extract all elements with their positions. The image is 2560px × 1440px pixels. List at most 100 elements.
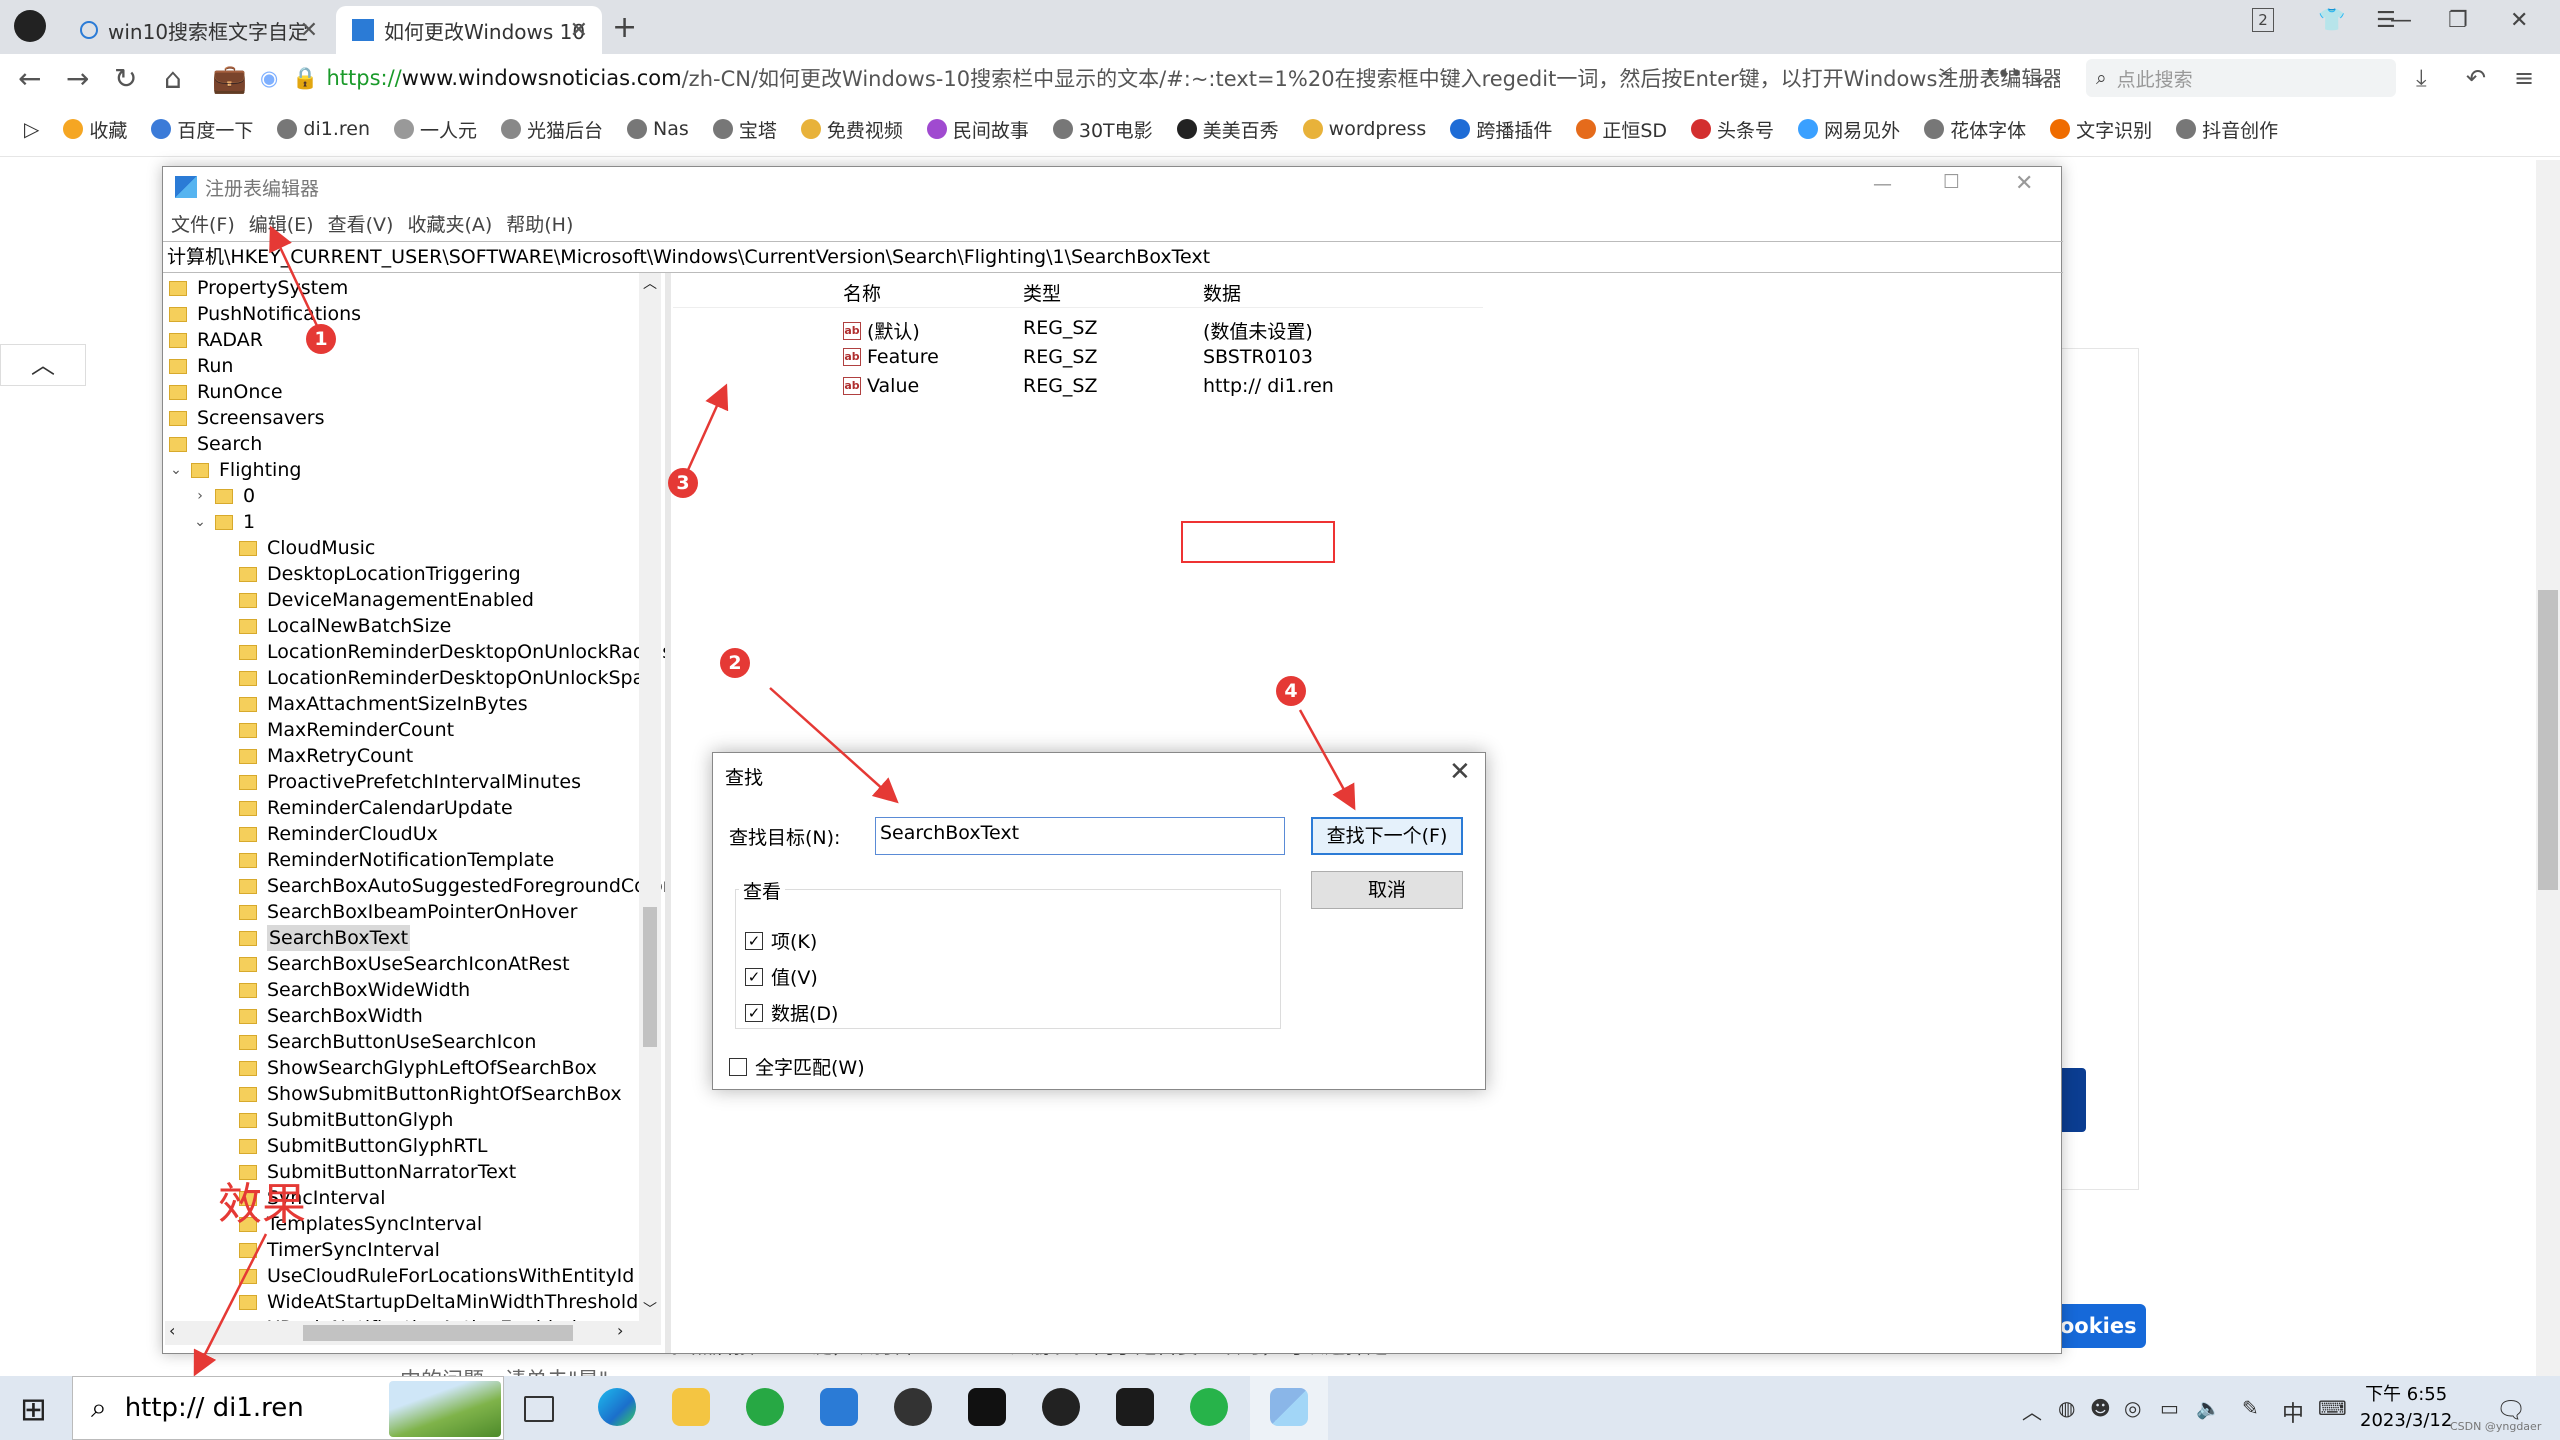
tree-node[interactable]: Run [169,353,233,379]
ime-indicator[interactable]: 中 [2282,1396,2304,1428]
bookmark-item[interactable]: Nas [627,118,689,140]
sidebar-toggle-icon[interactable]: ▷ [24,117,39,141]
tree-node[interactable]: ⌄ Flighting [167,457,301,483]
close-tab-icon[interactable]: ✕ [570,18,588,43]
maximize-button[interactable]: ☐ [1943,171,1960,193]
tree-node[interactable]: ShowSearchGlyphLeftOfSearchBox [239,1055,597,1081]
hamburger-icon[interactable]: ≡ [2514,64,2534,92]
bookmark-item[interactable]: 文字识别 [2050,116,2152,143]
bookmark-item[interactable]: 头条号 [1691,116,1774,143]
qq-icon[interactable] [1042,1388,1080,1426]
value-row-name[interactable]: ab Feature [843,346,939,368]
menu-favorites[interactable]: 收藏夹(A) [407,210,492,237]
taskbar-search-box[interactable]: ⌕ http:// di1.ren [72,1376,504,1440]
home-icon[interactable]: ⌂ [164,62,182,95]
tree-node[interactable]: LocationReminderDesktopOnUnlockRadius [239,639,665,665]
close-button[interactable]: ✕ [2015,171,2033,196]
edge-icon[interactable] [598,1388,636,1426]
tree-node[interactable]: Search [169,431,262,457]
reload-icon[interactable]: ↻ [114,62,137,95]
menu-view[interactable]: 查看(V) [328,210,394,237]
file-explorer-icon[interactable] [672,1388,710,1426]
app-icon[interactable] [1116,1388,1154,1426]
forward-icon[interactable]: → [66,62,89,95]
bookmark-item[interactable]: 跨播插件 [1450,116,1552,143]
tree-node[interactable]: UseCloudRuleForLocationsWithEntityId [239,1263,634,1289]
tree-node[interactable]: WideAtStartupDeltaMinWidthThreshold [239,1289,638,1315]
menu-edit[interactable]: 编辑(E) [249,210,314,237]
bookmark-item[interactable]: di1.ren [277,118,370,140]
tree-node[interactable]: ⌄ 1 [191,509,255,535]
windows-start-icon[interactable]: ⊞ [20,1390,47,1428]
tree-node[interactable]: ProactivePrefetchIntervalMinutes [239,769,581,795]
cancel-button[interactable]: 取消 [1311,871,1463,909]
find-next-button[interactable]: 查找下一个(F) [1311,817,1463,855]
tree-node[interactable]: TimerSyncInterval [239,1237,440,1263]
bookmark-item[interactable]: 30T电影 [1052,116,1153,143]
regedit-address-bar[interactable]: 计算机\HKEY_CURRENT_USER\SOFTWARE\Microsoft… [163,241,2063,273]
data-checkbox[interactable]: ✓ 数据(D) [745,999,838,1026]
tree-hscroll-thumb[interactable] [303,1325,573,1341]
chevron-down-icon[interactable]: ⌄ [2030,64,2048,89]
tree-node[interactable]: RunOnce [169,379,283,405]
tree-node[interactable]: SearchBoxWideWidth [239,977,470,1003]
tree-node[interactable]: › 0 [191,483,255,509]
scroll-up-icon[interactable]: ︿ [643,273,657,293]
values-checkbox[interactable]: ✓ 值(V) [745,963,818,990]
tree-node[interactable]: MaxAttachmentSizeInBytes [239,691,528,717]
tree-vscroll-thumb[interactable] [643,907,657,1047]
keys-checkbox[interactable]: ✓ 项(K) [745,927,817,954]
tree-node[interactable]: SearchButtonUseSearchIcon [239,1029,536,1055]
close-icon[interactable]: ✕ [1449,757,1471,787]
tree-node[interactable]: ReminderCloudUx [239,821,438,847]
tree-node[interactable]: DeviceManagementEnabled [239,587,534,613]
bookmark-item[interactable]: 美美百秀 [1176,116,1279,143]
tab-windowsnoticias[interactable]: 如何更改Windows 10 ✕ [336,6,602,54]
tree-vscrollbar[interactable]: ︿ ﹀ [639,273,661,1325]
tree-node-selected[interactable]: SearchBoxText [239,925,411,951]
tab-win10-search[interactable]: win10搜索框文字自定 ✕ [64,6,332,54]
scroll-right-icon[interactable]: › [617,1321,623,1340]
menu-help[interactable]: 帮助(H) [506,210,573,237]
column-name[interactable]: 名称 [843,279,881,306]
tree-node[interactable]: SubmitButtonGlyph [239,1107,453,1133]
tab-counter-icon[interactable]: 2 [2252,8,2274,32]
column-type[interactable]: 类型 [1023,279,1061,306]
tree-node[interactable]: LocationReminderDesktopOnUnlockSpan [239,665,656,691]
bookmark-item[interactable]: 网易见外 [1798,116,1900,143]
pane-splitter[interactable] [665,273,671,1353]
tree-node[interactable]: RADAR [169,327,263,353]
close-tab-icon[interactable]: ✕ [300,18,318,43]
bookmark-item[interactable]: 光猫后台 [501,116,603,143]
health-icon[interactable] [1190,1388,1228,1426]
more-icon[interactable]: ••• [1984,62,2023,87]
tree-node[interactable]: ShowSubmitButtonRightOfSearchBox [239,1081,622,1107]
bookmark-item[interactable]: 民间故事 [926,116,1029,143]
task-view-icon[interactable] [524,1396,554,1422]
volume-icon[interactable]: 🔈 [2196,1396,2221,1420]
pen-icon[interactable]: ✎ [2242,1396,2259,1420]
minimize-button[interactable]: — [2390,8,2412,33]
expanded-chevron-icon[interactable]: ⌄ [191,509,209,535]
tree-node[interactable]: DesktopLocationTriggering [239,561,521,587]
skin-icon[interactable]: 👕 [2318,8,2345,33]
bookmark-item[interactable]: wordpress [1302,118,1426,140]
download-icon[interactable]: ⤓ [2416,64,2427,92]
tree-node[interactable]: PropertySystem [169,275,348,301]
tray-chrome-icon[interactable]: ◎ [2124,1396,2141,1420]
clock[interactable]: 下午 6:55 2023/3/12 [2360,1382,2452,1434]
keyboard-icon[interactable]: ⌨ [2318,1396,2347,1420]
expanded-chevron-icon[interactable]: ⌄ [167,457,185,483]
tree-node[interactable]: SubmitButtonGlyphRTL [239,1133,487,1159]
chevron-up-icon[interactable]: ︿ [2022,1396,2042,1425]
value-row-name[interactable]: ab (默认) [843,317,920,344]
notification-icon[interactable]: 🗨 [2496,1396,2526,1424]
lightning-icon[interactable]: ⚡ [1938,64,1953,89]
bookmark-item[interactable]: 收藏 [63,116,127,143]
tree-node[interactable]: Screensavers [169,405,325,431]
scroll-left-icon[interactable]: ‹ [169,1321,175,1340]
briefcase-icon[interactable]: 💼 [212,62,247,95]
search-input[interactable]: ⌕ 点此搜索 [2086,59,2396,97]
tree-node[interactable]: SearchBoxIbeamPointerOnHover [239,899,577,925]
back-icon[interactable]: ← [18,62,41,95]
